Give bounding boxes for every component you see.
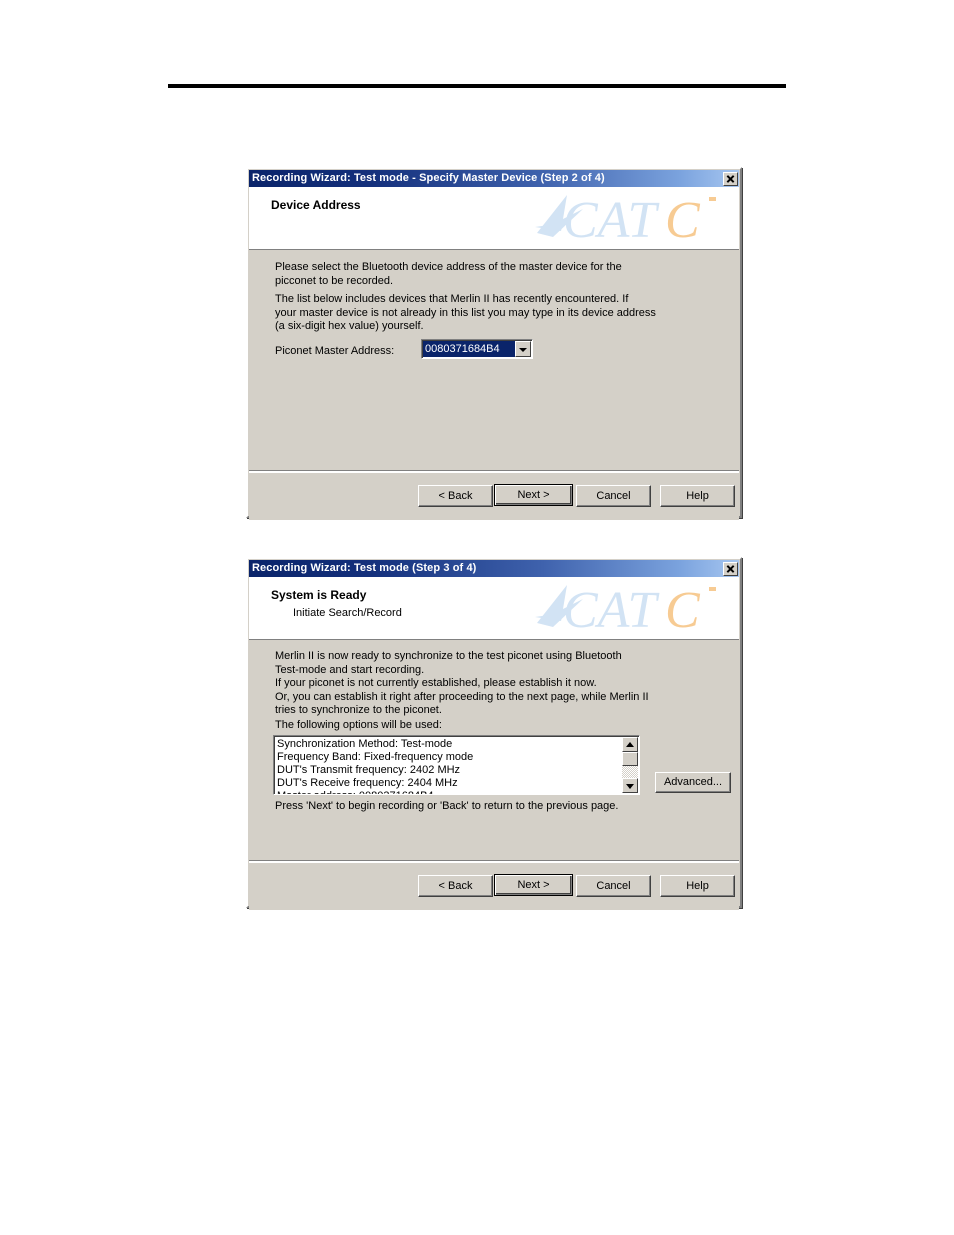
- titlebar-title: Recording Wizard: Test mode (Step 3 of 4…: [252, 562, 477, 574]
- scrollbar-thumb[interactable]: [622, 752, 638, 766]
- svg-text:C: C: [665, 582, 701, 637]
- catc-logo-icon: CAT C: [535, 192, 716, 247]
- scroll-down-icon[interactable]: [622, 778, 638, 793]
- list-item[interactable]: DUT's Transmit frequency: 2402 MHz: [277, 764, 622, 777]
- dialog-button-bar: < Back Next > Cancel Help: [249, 472, 739, 520]
- cancel-button[interactable]: Cancel: [576, 485, 651, 507]
- dialog-body: Please select the Bluetooth device addre…: [249, 250, 739, 472]
- close-icon[interactable]: [723, 171, 738, 186]
- chevron-down-icon[interactable]: [515, 341, 531, 357]
- dialog-body: Merlin II is now ready to synchronize to…: [249, 640, 739, 862]
- cancel-button[interactable]: Cancel: [576, 875, 651, 897]
- recording-wizard-dialog-step2: Recording Wizard: Test mode - Specify Ma…: [246, 167, 742, 520]
- close-icon[interactable]: [723, 561, 738, 576]
- page-subtitle: Initiate Search/Record: [293, 607, 402, 619]
- advanced-button[interactable]: Advanced...: [655, 772, 731, 793]
- options-listbox[interactable]: Synchronization Method: Test-mode Freque…: [273, 735, 640, 795]
- next-button[interactable]: Next >: [494, 874, 573, 896]
- list-item[interactable]: Master address: 0080371684B4: [277, 790, 622, 794]
- next-button[interactable]: Next >: [494, 484, 573, 506]
- footer-note: Press 'Next' to begin recording or 'Back…: [275, 800, 619, 812]
- dialog-header: System is Ready Initiate Search/Record C…: [249, 577, 739, 640]
- scrollbar-track[interactable]: [622, 766, 638, 778]
- body-paragraph-2: The list below includes devices that Mer…: [275, 293, 656, 332]
- help-button[interactable]: Help: [660, 485, 735, 507]
- body-paragraph-1: Merlin II is now ready to synchronize to…: [275, 650, 649, 716]
- svg-text:CAT: CAT: [563, 582, 660, 637]
- list-item[interactable]: Synchronization Method: Test-mode: [277, 738, 622, 751]
- svg-text:C: C: [665, 192, 701, 247]
- listbox-scrollbar[interactable]: [622, 737, 638, 793]
- piconet-master-address-combobox[interactable]: 0080371684B4: [421, 339, 533, 359]
- help-button[interactable]: Help: [660, 875, 735, 897]
- page-title: System is Ready: [271, 588, 367, 602]
- recording-wizard-dialog-step3: Recording Wizard: Test mode (Step 3 of 4…: [246, 557, 742, 910]
- list-item[interactable]: DUT's Receive frequency: 2404 MHz: [277, 777, 622, 790]
- page-title: Device Address: [271, 198, 361, 212]
- dialog-header: Device Address CAT C: [249, 187, 739, 250]
- options-list: Synchronization Method: Test-mode Freque…: [274, 736, 622, 794]
- titlebar[interactable]: Recording Wizard: Test mode - Specify Ma…: [249, 170, 739, 187]
- titlebar[interactable]: Recording Wizard: Test mode (Step 3 of 4…: [249, 560, 739, 577]
- dialog-button-bar: < Back Next > Cancel Help: [249, 862, 739, 910]
- catc-logo-icon: CAT C: [535, 582, 716, 637]
- back-button[interactable]: < Back: [418, 485, 493, 507]
- titlebar-title: Recording Wizard: Test mode - Specify Ma…: [252, 172, 605, 184]
- list-item[interactable]: Frequency Band: Fixed-frequency mode: [277, 751, 622, 764]
- svg-text:CAT: CAT: [563, 192, 660, 247]
- body-paragraph-1: Please select the Bluetooth device addre…: [275, 261, 622, 287]
- piconet-master-address-label: Piconet Master Address:: [275, 345, 395, 357]
- back-button[interactable]: < Back: [418, 875, 493, 897]
- scroll-up-icon[interactable]: [622, 737, 638, 752]
- body-paragraph-2: The following options will be used:: [275, 719, 442, 731]
- piconet-master-address-value[interactable]: 0080371684B4: [423, 341, 515, 357]
- page-header-rule: [168, 84, 786, 88]
